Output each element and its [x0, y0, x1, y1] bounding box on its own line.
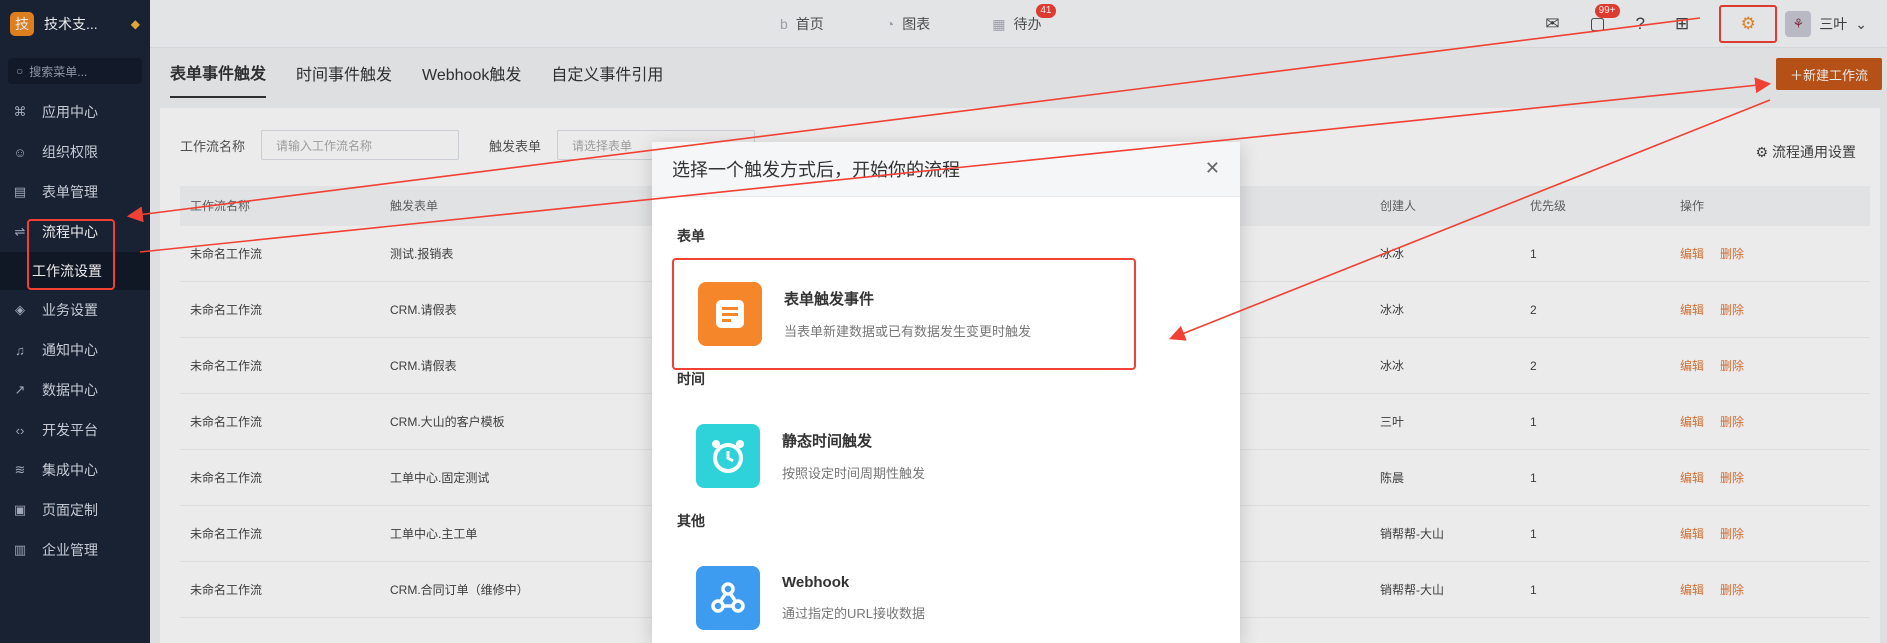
- modal-title: 选择一个触发方式后，开始你的流程: [672, 160, 960, 180]
- option-text: 静态时间触发 按照设定时间周期性触发: [782, 430, 925, 482]
- option-desc: 按照设定时间周期性触发: [782, 466, 926, 481]
- option-time-trigger[interactable]: 静态时间触发 按照设定时间周期性触发: [672, 400, 1136, 512]
- webhook-icon: [696, 566, 760, 630]
- modal-header: 选择一个触发方式后，开始你的流程 ✕: [652, 142, 1240, 197]
- option-desc: 当表单新建数据或已有数据发生变更时触发: [784, 324, 1032, 339]
- form-doc-icon: [698, 282, 762, 346]
- option-text: 表单触发事件 当表单新建数据或已有数据发生变更时触发: [784, 288, 1031, 340]
- group-title-form: 表单: [677, 228, 705, 244]
- group-title-other: 其他: [677, 513, 705, 529]
- option-title: Webhook: [782, 574, 850, 591]
- alarm-clock-icon: [696, 424, 760, 488]
- option-title: 静态时间触发: [782, 433, 873, 450]
- option-webhook-trigger[interactable]: Webhook 通过指定的URL接收数据: [672, 542, 1136, 643]
- annotation-box-sidebar: [27, 219, 115, 290]
- trigger-select-modal: 选择一个触发方式后，开始你的流程 ✕ 表单 表单触发事件 当表单新建数据或已有数…: [652, 142, 1240, 643]
- option-desc: 通过指定的URL接收数据: [782, 606, 926, 621]
- group-title-time: 时间: [677, 371, 705, 387]
- option-text: Webhook 通过指定的URL接收数据: [782, 574, 925, 622]
- option-form-trigger[interactable]: 表单触发事件 当表单新建数据或已有数据发生变更时触发: [672, 258, 1136, 370]
- close-icon[interactable]: ✕: [1205, 158, 1220, 179]
- option-title: 表单触发事件: [784, 291, 875, 308]
